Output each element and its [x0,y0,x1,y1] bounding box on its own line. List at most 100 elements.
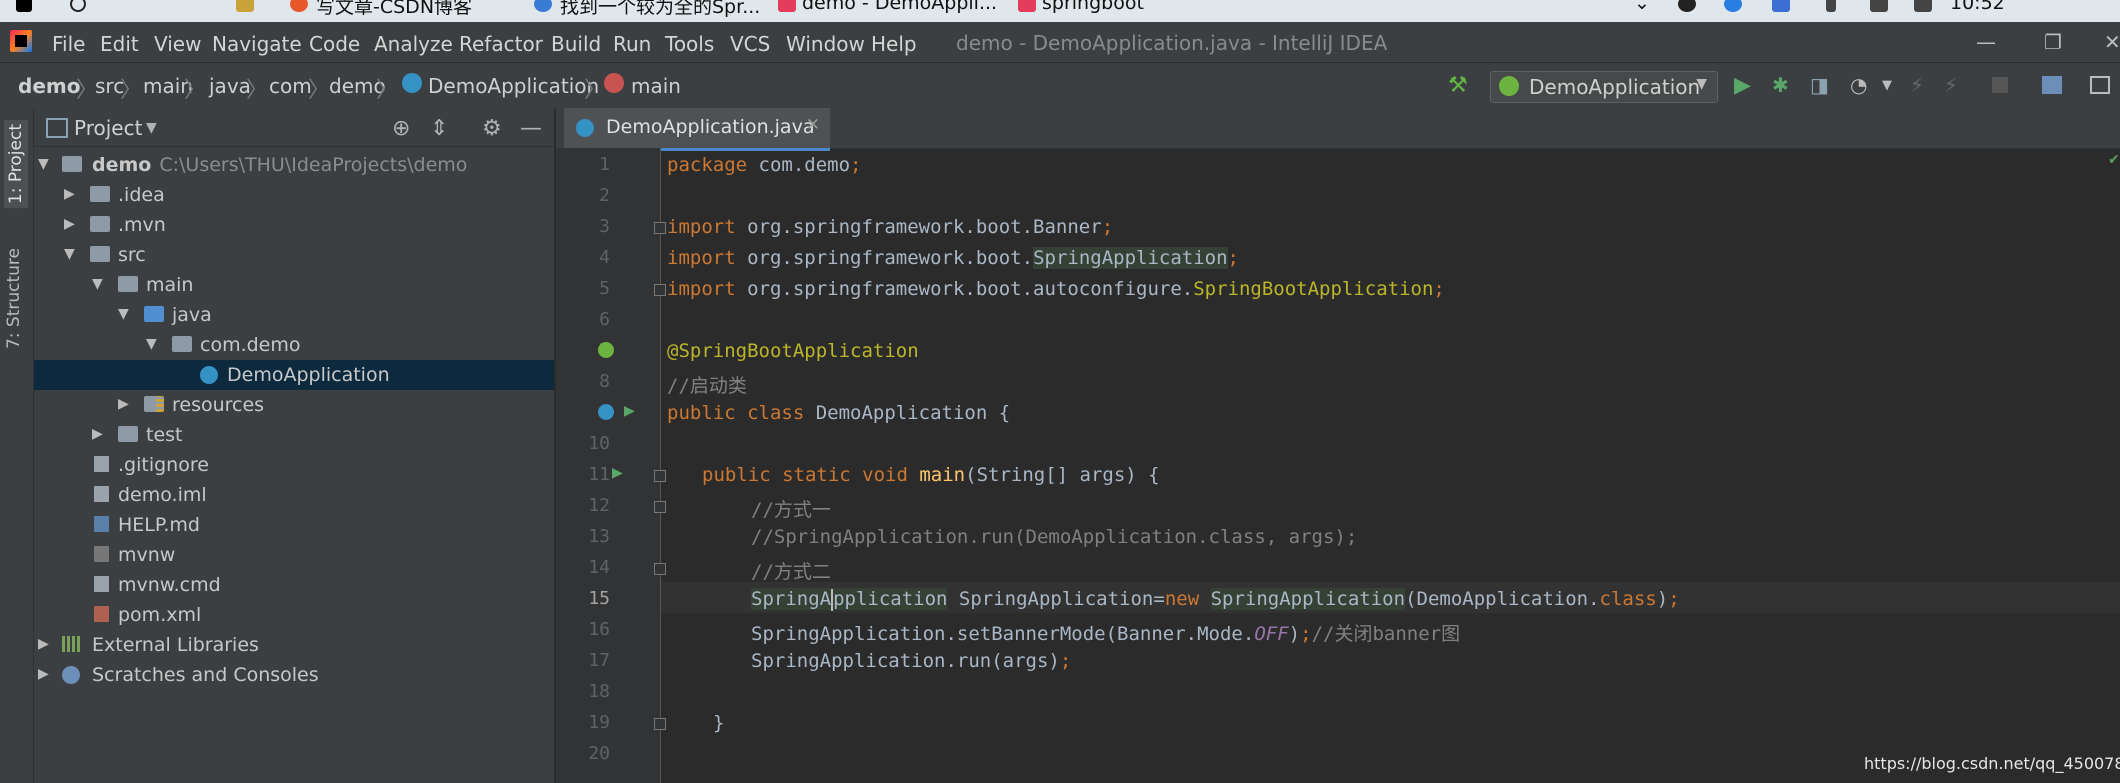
breadcrumb-main-method[interactable]: main [631,74,681,98]
menu-navigate[interactable]: Navigate [212,32,302,56]
debug-icon[interactable]: ✱ [1772,73,1794,97]
expanded-arrow-icon[interactable]: ▼ [64,246,75,262]
tray-qq-icon[interactable] [1678,0,1696,12]
tray-network-icon[interactable] [1914,0,1932,12]
tray-battery-icon[interactable] [1826,0,1836,12]
tray-clock[interactable]: 10:52 [1950,0,2005,16]
breadcrumb-com[interactable]: com [269,74,312,98]
menu-view[interactable]: View [154,32,201,56]
attach-debugger-icon[interactable]: ⚡ [1910,73,1932,97]
collapse-all-icon[interactable]: ⇕ [430,116,448,141]
tree-item-mvnw[interactable]: mvnw [34,540,554,570]
collapsed-arrow-icon[interactable]: ▶ [38,666,49,682]
browser-icon[interactable] [290,0,308,12]
menu-file[interactable]: File [52,32,85,56]
menu-vcs[interactable]: VCS [730,32,770,56]
project-view-selector[interactable]: Project [74,116,142,140]
taskbar-item-springboot[interactable]: springboot [1042,0,1144,16]
windows-start-icon[interactable] [16,0,32,12]
taskbar-item-spring-search[interactable]: 找到一个较为全的Spr... [560,0,760,18]
expanded-arrow-icon[interactable]: ▼ [146,336,157,352]
locate-target-icon[interactable]: ⊕ [392,116,410,141]
expanded-arrow-icon[interactable]: ▼ [38,156,49,172]
project-structure-icon[interactable] [2042,76,2062,94]
menu-tools[interactable]: Tools [665,32,714,56]
tab-label: DemoApplication.java [606,116,815,138]
run-gutter-icon[interactable]: ▶ [624,403,635,419]
breadcrumb-java[interactable]: java [209,74,251,98]
collapsed-arrow-icon[interactable]: ▶ [38,636,49,652]
menu-refactor[interactable]: Refactor [459,32,543,56]
spring-bean-gutter-icon[interactable] [598,404,614,420]
intellij-taskbar-icon-2[interactable] [1018,0,1036,12]
run-icon[interactable]: ▶ [1734,73,1756,98]
intellij-logo-icon [10,30,32,52]
tree-item-mvn[interactable]: ▶ .mvn [34,210,554,240]
hide-panel-icon[interactable]: — [520,116,542,141]
menu-edit[interactable]: Edit [100,32,139,56]
run-gutter-icon[interactable]: ▶ [612,465,623,481]
tree-item-pom-xml[interactable]: pom.xml [34,600,554,630]
tree-item-mvnw-cmd[interactable]: mvnw.cmd [34,570,554,600]
tree-item-demo-root[interactable]: ▼ demo C:\Users\THU\IdeaProjects\demo [34,150,554,180]
spring-bean-gutter-icon[interactable] [598,342,614,358]
inspection-ok-icon[interactable]: ✔ [2108,152,2120,168]
reload-icon[interactable]: ⚡ [1944,73,1966,97]
taskbar-item-csdn[interactable]: 写文章-CSDN博客 [316,0,472,18]
tree-item-gitignore[interactable]: .gitignore [34,450,554,480]
taskbar-folder-icon[interactable] [236,0,254,12]
browser-icon-2[interactable] [534,0,552,12]
restore-icon[interactable]: ❐ [2044,30,2062,54]
breadcrumb-demoapplication[interactable]: DemoApplication [428,74,599,98]
close-tab-icon[interactable]: ✕ [806,115,820,135]
coverage-icon[interactable]: ◨ [1810,73,1832,97]
tree-item-external-libraries[interactable]: ▶ External Libraries [34,630,554,660]
gear-icon[interactable]: ⚙ [482,116,502,141]
tree-item-idea[interactable]: ▶ .idea [34,180,554,210]
code-area[interactable]: package com.demo; import org.springframe… [661,148,2120,783]
build-hammer-icon[interactable]: ⚒ [1448,73,1470,98]
profile-icon[interactable]: ◔ [1850,73,1872,97]
expanded-arrow-icon[interactable]: ▼ [118,306,129,322]
collapsed-arrow-icon[interactable]: ▶ [64,186,75,202]
tree-item-resources[interactable]: ▶ resources [34,390,554,420]
tray-feather-icon[interactable] [1724,0,1742,12]
menu-window[interactable]: Window [786,32,865,56]
tree-item-scratches[interactable]: ▶ Scratches and Consoles [34,660,554,690]
tree-item-com-demo[interactable]: ▼ com.demo [34,330,554,360]
layout-icon[interactable] [2090,76,2110,94]
tree-item-help-md[interactable]: HELP.md [34,510,554,540]
taskbar-item-intellij[interactable]: demo - DemoAppli... [802,0,997,16]
project-tool-tab[interactable]: 1: Project [4,120,28,209]
tab-demoapplication-java[interactable]: DemoApplication.java ✕ [564,108,830,151]
view-dropdown-icon[interactable]: ▼ [146,120,157,136]
menu-build[interactable]: Build [551,32,601,56]
tree-item-java[interactable]: ▼ java [34,300,554,330]
collapsed-arrow-icon[interactable]: ▶ [118,396,129,412]
breadcrumb-demo[interactable]: demo [18,74,80,98]
profile-dropdown-icon[interactable]: ▼ [1882,78,1904,100]
menu-code[interactable]: Code [309,32,360,56]
tree-item-test[interactable]: ▶ test [34,420,554,450]
menu-analyze[interactable]: Analyze [374,32,453,56]
intellij-taskbar-icon[interactable] [778,0,796,12]
code-token: com.demo [747,154,851,176]
run-configuration-select[interactable]: DemoApplication ▼ [1490,71,1718,103]
tree-item-demo-iml[interactable]: demo.iml [34,480,554,510]
minimize-icon[interactable]: — [1976,30,1996,54]
collapsed-arrow-icon[interactable]: ▶ [92,426,103,442]
collapsed-arrow-icon[interactable]: ▶ [64,216,75,232]
menu-run[interactable]: Run [613,32,651,56]
tree-item-main[interactable]: ▼ main [34,270,554,300]
search-icon[interactable] [70,0,86,12]
tray-chevron-icon[interactable]: ⌄ [1634,0,1650,16]
tray-shield-icon[interactable] [1772,0,1790,12]
structure-tool-tab[interactable]: 7: Structure [4,248,24,349]
tray-display-icon[interactable] [1870,0,1888,12]
tree-item-demoapplication[interactable]: DemoApplication [34,360,554,390]
menu-help[interactable]: Help [871,32,917,56]
expanded-arrow-icon[interactable]: ▼ [92,276,103,292]
tree-item-src[interactable]: ▼ src [34,240,554,270]
close-window-icon[interactable]: ✕ [2104,30,2120,54]
stop-icon[interactable] [1992,77,2008,93]
